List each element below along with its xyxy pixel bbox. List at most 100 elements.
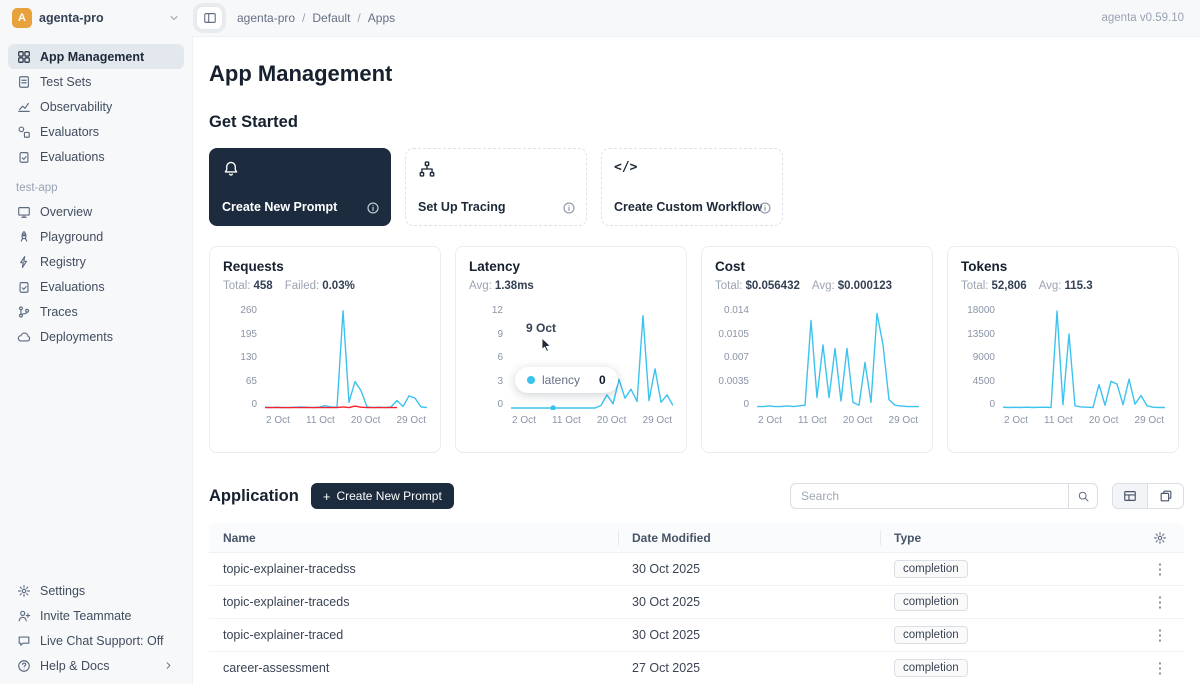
chat-bubble-icon [16, 634, 31, 648]
app-date-modified: 30 Oct 2025 [618, 595, 880, 609]
row-menu-button[interactable]: ⋮ [1145, 558, 1176, 580]
sidebar-item-playground[interactable]: Playground [8, 224, 184, 249]
chevron-right-icon [161, 660, 176, 671]
table-row[interactable]: career-assessment 27 Oct 2025 completion… [209, 652, 1184, 684]
sidebar-item-app-management[interactable]: App Management [8, 44, 184, 69]
sidebar-bottom-group: Settings Invite Teammate Live Chat Suppo… [8, 578, 184, 678]
code-icon: </> [614, 160, 637, 175]
tracing-nodes-icon [418, 160, 436, 178]
app-date-modified: 30 Oct 2025 [618, 562, 880, 576]
search-group [790, 483, 1098, 509]
search-icon [1077, 490, 1090, 503]
info-icon[interactable] [758, 201, 772, 215]
sidebar-collapse-button[interactable] [196, 6, 223, 30]
sidebar-item-live-chat-support[interactable]: Live Chat Support: Off [8, 628, 184, 653]
chart-stats: Total:$0.056432 Avg:$0.000123 [715, 280, 919, 292]
y-axis-labels: 0.0140.01050.0070.00350 [715, 306, 751, 410]
card-view-button[interactable] [1148, 483, 1184, 509]
column-type[interactable]: Type [880, 531, 1136, 545]
table-row[interactable]: topic-explainer-tracedss 30 Oct 2025 com… [209, 553, 1184, 586]
row-menu-button[interactable]: ⋮ [1145, 624, 1176, 646]
column-date-modified[interactable]: Date Modified [618, 531, 880, 545]
table-view-button[interactable] [1112, 483, 1148, 509]
sidebar-item-evaluators[interactable]: Evaluators [8, 119, 184, 144]
table-settings-gear-icon[interactable] [1153, 531, 1167, 545]
app-type-badge: completion [894, 626, 968, 644]
sidebar-item-label: Evaluations [40, 150, 105, 164]
series-dot [527, 376, 535, 384]
question-circle-icon [16, 659, 31, 673]
workspace-name: agenta-pro [39, 11, 161, 25]
rocket-icon [16, 230, 31, 244]
sidebar-item-evaluations[interactable]: Evaluations [8, 144, 184, 169]
stat-avg: Avg:$0.000123 [812, 280, 892, 292]
topbar: A agenta-pro agenta-pro Default Apps age… [0, 0, 1200, 36]
chart-stats: Avg:1.38ms [469, 280, 673, 292]
breadcrumb-page[interactable]: Apps [350, 11, 395, 25]
shapes-icon [16, 125, 31, 139]
sidebar-item-traces[interactable]: Traces [8, 299, 184, 324]
breadcrumb-project[interactable]: Default [295, 11, 350, 25]
set-up-tracing-card[interactable]: Set Up Tracing [405, 148, 587, 226]
sidebar-item-label: Settings [40, 584, 85, 598]
create-custom-workflow-card[interactable]: </> Create Custom Workflow [601, 148, 783, 226]
line-chart [1003, 306, 1165, 410]
sidebar-item-registry[interactable]: Registry [8, 249, 184, 274]
table-row[interactable]: topic-explainer-traceds 30 Oct 2025 comp… [209, 586, 1184, 619]
y-axis-labels: 260195130650 [223, 306, 259, 410]
workspace-selector[interactable]: A agenta-pro [0, 8, 192, 28]
stat-total: Total:458 [223, 280, 273, 292]
page-title: App Management [209, 61, 1184, 87]
info-icon[interactable] [562, 201, 576, 215]
card-label: Set Up Tracing [418, 200, 506, 214]
tokens-chart-card: Tokens Total:52,806 Avg:115.3 1800013500… [947, 246, 1179, 453]
sidebar-item-label: Registry [40, 255, 86, 269]
sidebar-item-label: App Management [40, 50, 144, 64]
sidebar-item-label: Deployments [40, 330, 113, 344]
search-input[interactable] [790, 483, 1068, 509]
sidebar-item-invite-teammate[interactable]: Invite Teammate [8, 603, 184, 628]
row-menu-button[interactable]: ⋮ [1145, 657, 1176, 679]
clipboard-check-icon [16, 280, 31, 294]
app-type-badge: completion [894, 593, 968, 611]
lightning-icon [16, 255, 31, 269]
row-menu-button[interactable]: ⋮ [1145, 591, 1176, 613]
sidebar-item-label: Traces [40, 305, 78, 319]
sidebar-item-label: Evaluations [40, 280, 105, 294]
sidebar-item-label: Help & Docs [40, 659, 109, 673]
sidebar-item-label: Evaluators [40, 125, 99, 139]
chart-stats: Total:52,806 Avg:115.3 [961, 280, 1165, 292]
chart-stats: Total:458 Failed:0.03% [223, 280, 427, 292]
panel-collapse-icon [203, 11, 217, 25]
create-new-prompt-button[interactable]: + Create New Prompt [311, 483, 454, 509]
breadcrumb-workspace[interactable]: agenta-pro [237, 11, 295, 25]
line-chart [757, 306, 919, 410]
info-icon[interactable] [366, 201, 380, 215]
cloud-icon [16, 330, 31, 344]
sidebar-item-help-docs[interactable]: Help & Docs [8, 653, 184, 678]
app-name: topic-explainer-tracedss [209, 562, 618, 576]
search-button[interactable] [1068, 483, 1098, 509]
cursor-icon [540, 337, 553, 355]
view-toggle [1112, 483, 1184, 509]
main-content: App Management Get Started Create New Pr… [192, 36, 1200, 684]
apps-table: Name Date Modified Type topic-explainer-… [209, 523, 1184, 684]
sidebar-item-test-sets[interactable]: Test Sets [8, 69, 184, 94]
sidebar: App Management Test Sets Observability E… [0, 36, 192, 684]
sidebar-item-evaluations-app[interactable]: Evaluations [8, 274, 184, 299]
y-axis-labels: 1800013500900045000 [961, 306, 997, 410]
gear-icon [16, 584, 31, 598]
sidebar-item-deployments[interactable]: Deployments [8, 324, 184, 349]
sidebar-item-observability[interactable]: Observability [8, 94, 184, 119]
sidebar-item-settings[interactable]: Settings [8, 578, 184, 603]
app-name: topic-explainer-traceds [209, 595, 618, 609]
sidebar-item-label: Invite Teammate [40, 609, 131, 623]
column-name[interactable]: Name [209, 531, 618, 545]
sidebar-item-overview[interactable]: Overview [8, 199, 184, 224]
chart-title: Latency [469, 259, 673, 274]
table-row[interactable]: topic-explainer-traced 30 Oct 2025 compl… [209, 619, 1184, 652]
application-header: Application + Create New Prompt [209, 483, 1184, 509]
line-chart [265, 306, 427, 410]
create-new-prompt-card[interactable]: Create New Prompt [209, 148, 391, 226]
app-type-badge: completion [894, 659, 968, 677]
